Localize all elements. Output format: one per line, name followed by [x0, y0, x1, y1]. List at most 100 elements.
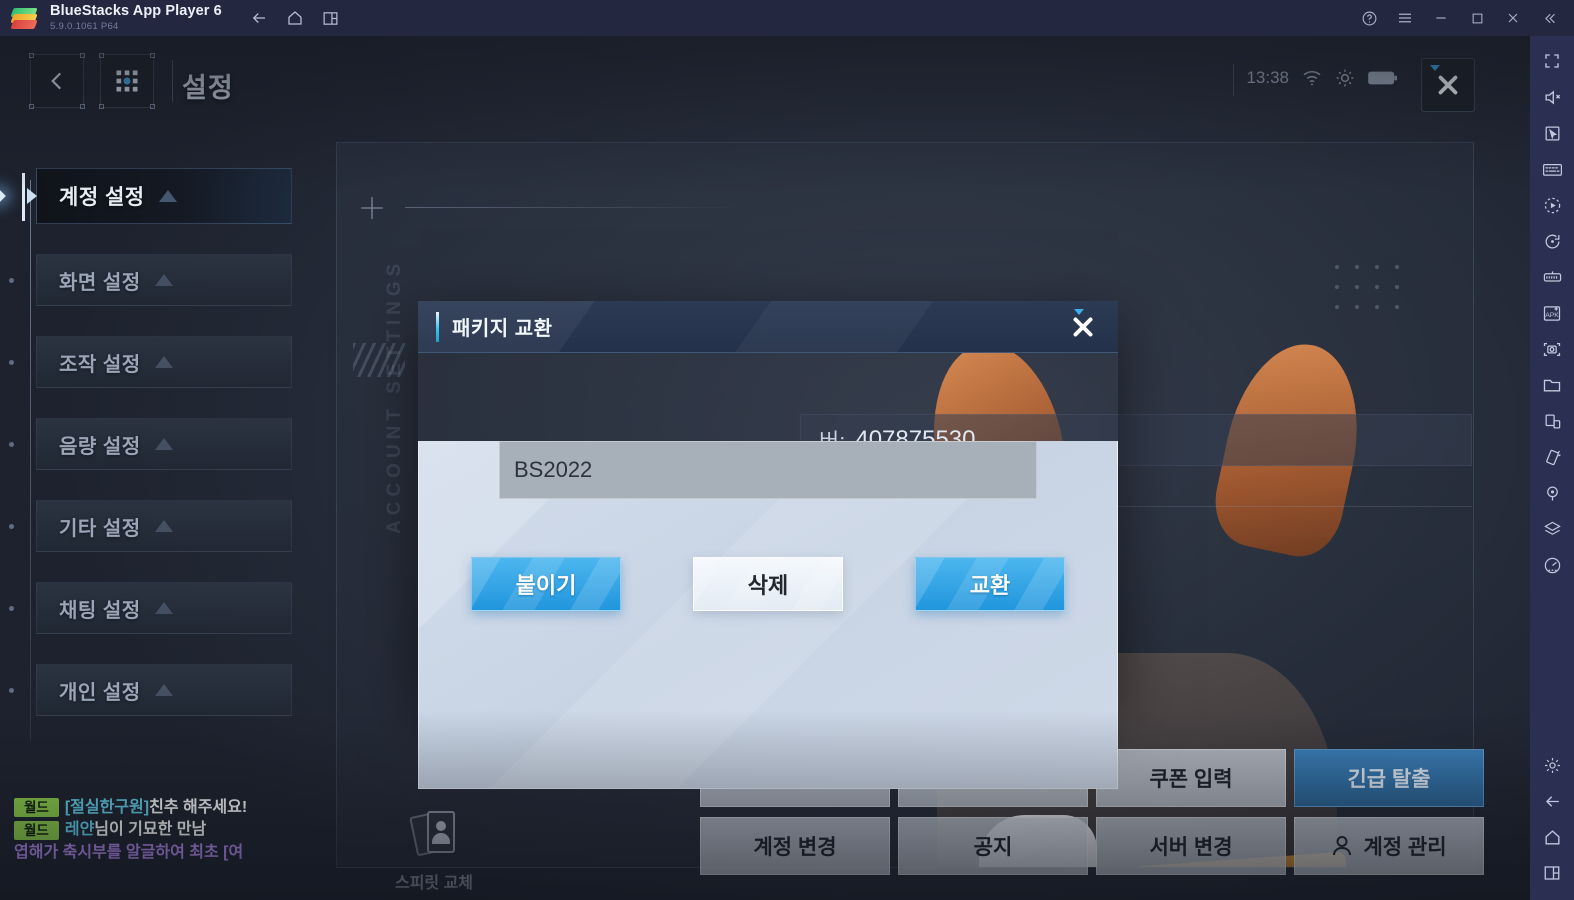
minimize-icon[interactable] [1424, 3, 1458, 33]
package-exchange-dialog: 패키지 교환 BS2022 붙이기 삭제 교환 [418, 301, 1118, 789]
media-folder-icon[interactable] [1534, 368, 1570, 402]
delete-button-label: 삭제 [747, 573, 789, 598]
game-menu-grid-button[interactable] [99, 53, 155, 109]
home-icon[interactable] [280, 5, 310, 31]
bottom-button-row-2: 계정 변경 공지 서버 변경 계정 관리 [700, 817, 1484, 875]
macro-record-icon[interactable] [1534, 188, 1570, 222]
person-icon [1333, 836, 1352, 856]
cursor-icon[interactable] [1534, 116, 1570, 150]
rail-dot [9, 606, 14, 611]
recents-icon[interactable] [1534, 856, 1570, 890]
game-viewport[interactable]: ACCOUNT SETTINGS 설정 13:38 계정 설정 화면 설정 조작… [0, 36, 1530, 900]
change-account-button[interactable]: 계정 변경 [700, 817, 890, 875]
rail-dot [9, 360, 14, 365]
active-star-icon [0, 189, 6, 203]
account-management-label: 계정 관리 [1363, 836, 1447, 859]
account-management-button[interactable]: 계정 관리 [1294, 817, 1484, 875]
chevron-up-icon [154, 356, 173, 368]
close-icon[interactable] [1496, 3, 1530, 33]
exchange-button[interactable]: 교환 [915, 557, 1065, 611]
svg-text:APK: APK [1545, 311, 1559, 318]
sidebar-item-volume-settings[interactable]: 음량 설정 [9, 418, 292, 470]
dialog-close-icon[interactable] [1062, 307, 1104, 347]
chevron-up-icon [154, 274, 173, 286]
dialog-body: BS2022 붙이기 삭제 교환 [418, 441, 1118, 789]
chevron-up-icon [154, 520, 173, 532]
coupon-input-label: 쿠폰 입력 [1149, 768, 1233, 791]
top-bar-divider [172, 60, 173, 102]
location-icon[interactable] [1534, 476, 1570, 510]
delete-button[interactable]: 삭제 [693, 557, 843, 611]
panel-header-line [405, 207, 745, 208]
chat-channel-badge: 월드 [14, 798, 59, 818]
chevron-up-icon [154, 602, 173, 614]
game-close-button[interactable] [1421, 58, 1475, 112]
wifi-icon [1303, 71, 1321, 86]
game-back-button[interactable] [29, 53, 85, 109]
change-account-label: 계정 변경 [753, 836, 837, 859]
chat-message: 엽해가 축시부를 알글하여 최초 [여 [14, 843, 244, 861]
collapse-sidebar-icon[interactable] [1532, 3, 1566, 33]
hud-divider [1233, 64, 1234, 96]
chat-message: 월드 레얀님이 기묘한 만남 [14, 820, 314, 840]
dialog-title: 패키지 교환 [452, 318, 553, 340]
titlebar-controls [1352, 3, 1574, 33]
shake-icon[interactable] [1534, 440, 1570, 474]
menu-icon[interactable] [1388, 3, 1422, 33]
sidebar-item-label: 계정 설정 [59, 186, 145, 209]
sidebar-item-other-settings[interactable]: 기타 설정 [9, 500, 292, 552]
bluestacks-toolbar: APK [1530, 36, 1574, 900]
sidebar-item-label: 조작 설정 [59, 353, 141, 376]
gamepad-icon[interactable] [1534, 260, 1570, 294]
emergency-escape-label: 긴급 탈출 [1347, 768, 1431, 791]
window-titlebar: BlueStacks App Player 6 5.9.0.1061 P64 [0, 0, 1574, 36]
rail-dot [9, 524, 14, 529]
mute-icon[interactable] [1534, 80, 1570, 114]
chat-text: 친추 해주세요! [149, 799, 248, 816]
bluestacks-logo [10, 7, 38, 29]
chat-overlay[interactable]: 월드 [절실한구원]친추 해주세요! 월드 레얀님이 기묘한 만남 엽해가 축시부를… [14, 798, 314, 894]
sidebar-item-account-settings[interactable]: 계정 설정 [0, 168, 292, 224]
spirit-change-widget[interactable]: 스피릿 교체 [364, 808, 504, 893]
package-code-input[interactable]: BS2022 [499, 441, 1037, 499]
apk-install-icon[interactable]: APK [1534, 296, 1570, 330]
sidebar-item-display-settings[interactable]: 화면 설정 [9, 254, 292, 306]
sidebar-item-control-settings[interactable]: 조작 설정 [9, 336, 292, 388]
rail-dot [9, 688, 14, 693]
screenshot-icon[interactable] [1534, 332, 1570, 366]
dialog-accent-bar [436, 311, 439, 342]
titlebar-nav-group [244, 5, 346, 31]
page-title: 설정 [182, 73, 234, 103]
fullscreen-icon[interactable] [1534, 44, 1570, 78]
paste-button-label: 붙이기 [515, 573, 577, 598]
back-arrow-icon[interactable] [1534, 784, 1570, 818]
multi-instance-icon[interactable] [1534, 404, 1570, 438]
help-icon[interactable] [1352, 3, 1386, 33]
performance-icon[interactable] [1534, 548, 1570, 582]
notice-button[interactable]: 공지 [898, 817, 1088, 875]
rotate-icon[interactable] [1534, 224, 1570, 258]
paste-button[interactable]: 붙이기 [471, 557, 621, 611]
spirit-change-label: 스피릿 교체 [394, 875, 474, 892]
emergency-escape-button[interactable]: 긴급 탈출 [1294, 749, 1484, 807]
multi-instance-icon[interactable] [316, 5, 346, 31]
sparkle-icon [361, 197, 383, 219]
game-top-bar: 설정 13:38 [0, 36, 1530, 132]
back-icon[interactable] [244, 5, 274, 31]
chat-channel-badge: 월드 [14, 820, 59, 840]
game-status-hud: 13:38 [1246, 68, 1398, 88]
active-marker-icon [27, 188, 37, 204]
layers-icon[interactable] [1534, 512, 1570, 546]
coupon-input-button[interactable]: 쿠폰 입력 [1096, 749, 1286, 807]
settings-gear-icon[interactable] [1534, 748, 1570, 782]
home-icon[interactable] [1534, 820, 1570, 854]
change-server-button[interactable]: 서버 변경 [1096, 817, 1286, 875]
hud-clock: 13:38 [1246, 68, 1289, 87]
sidebar-item-personal-settings[interactable]: 개인 설정 [9, 664, 292, 716]
panel-watermark: ACCOUNT SETTINGS [384, 258, 405, 534]
sidebar-item-label: 개인 설정 [59, 681, 141, 704]
sidebar-item-chat-settings[interactable]: 채팅 설정 [9, 582, 292, 634]
maximize-icon[interactable] [1460, 3, 1494, 33]
chat-sender: [절실한구원] [64, 799, 150, 816]
keyboard-icon[interactable] [1534, 152, 1570, 186]
